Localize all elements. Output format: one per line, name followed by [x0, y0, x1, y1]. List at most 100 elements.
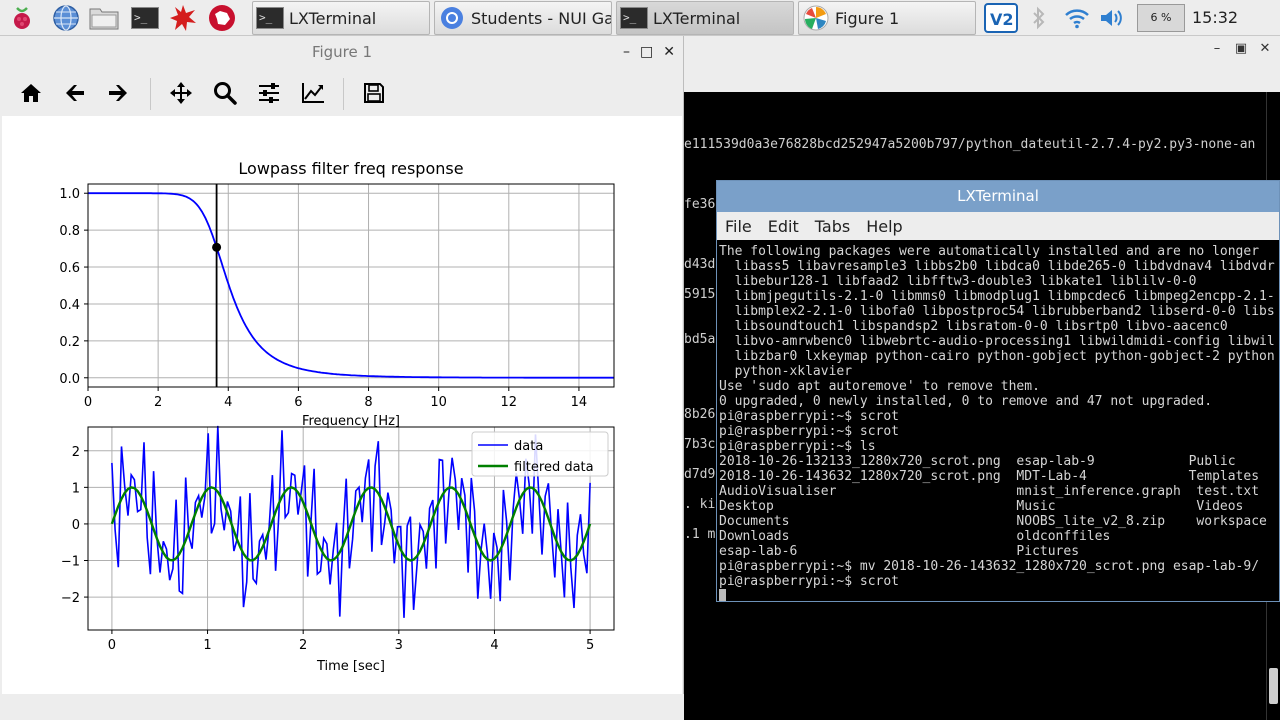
x-tick-label: 3: [395, 638, 403, 653]
taskbar: >_ >_ LXTerminal Students - NUI Gal >_ L…: [0, 0, 1280, 36]
terminal-line: 2018-10-26-143632_1280x720_scrot.png MDT…: [719, 469, 1260, 484]
x-tick-label: 0: [84, 395, 92, 410]
background-terminal-line: 7b3c: [684, 437, 716, 452]
lxterminal-menubar: File Edit Tabs Help: [717, 212, 1279, 240]
matplotlib-icon: [802, 5, 830, 31]
edit-axis-icon[interactable]: [293, 74, 333, 112]
matplotlib-figure-window[interactable]: Figure 1 – □ ✕ 0 2 4 6 8 10 12 14 0.0 0.…: [0, 36, 684, 720]
x-tick-label: 4: [490, 638, 498, 653]
terminal-line: esap-lab-6 Pictures: [719, 544, 1080, 559]
y-tick-label: 1: [72, 481, 80, 496]
x-tick-label: 6: [294, 395, 302, 410]
zoom-icon[interactable]: [205, 74, 245, 112]
background-terminal-line: d43d: [684, 257, 716, 272]
lxterminal-titlebar[interactable]: LXTerminal: [717, 181, 1279, 212]
menu-edit[interactable]: Edit: [760, 217, 807, 236]
terminal-line: libvo-amrwbenc0 libwebrtc-audio-processi…: [719, 334, 1275, 349]
cpu-monitor[interactable]: 6 %: [1137, 4, 1185, 32]
terminal-line: python-xklavier: [719, 364, 853, 379]
background-terminal-line: fe36: [684, 197, 716, 212]
legend-label: data: [514, 439, 543, 454]
vnc-icon[interactable]: V2: [984, 3, 1018, 33]
x-axis-label: Time [sec]: [316, 659, 385, 674]
terminal-icon: >_: [620, 6, 648, 30]
x-tick-label: 2: [299, 638, 307, 653]
maximize-icon[interactable]: □: [640, 44, 653, 60]
task-browser[interactable]: Students - NUI Gal: [434, 1, 612, 35]
terminal-line: pi@raspberrypi:~$ mv 2018-10-26-143632_1…: [719, 559, 1260, 574]
x-tick-label: 2: [154, 395, 162, 410]
clock[interactable]: 15:32: [1192, 0, 1248, 36]
task-label: LXTerminal: [289, 8, 377, 28]
minimize-icon[interactable]: –: [1210, 42, 1224, 56]
x-tick-label: 12: [501, 395, 518, 410]
terminal-line: libass5 libavresample3 libbs2b0 libdca0 …: [719, 259, 1275, 274]
maximize-icon[interactable]: ▣: [1234, 42, 1248, 56]
terminal-line: Use 'sudo apt autoremove' to remove them…: [719, 379, 1040, 394]
terminal-line: libmplex2-2.1-0 libofa0 libpostproc54 li…: [719, 304, 1275, 319]
back-icon[interactable]: [55, 74, 95, 112]
close-icon[interactable]: ✕: [663, 44, 675, 60]
terminal-line: libsoundtouch1 libspandsp2 libsratom-0-0…: [719, 319, 1228, 334]
y-tick-label: 2: [72, 445, 80, 460]
terminal-line: libzbar0 lxkeymap python-cairo python-go…: [719, 349, 1275, 364]
task-label: Students - NUI Gal: [471, 8, 612, 28]
menu-tabs[interactable]: Tabs: [807, 217, 858, 236]
terminal-line: The following packages were automaticall…: [719, 244, 1267, 259]
file-manager-icon[interactable]: [89, 3, 119, 33]
terminal-icon: >_: [256, 6, 284, 30]
bluetooth-icon[interactable]: [1024, 3, 1054, 33]
background-terminal-line: 8b26: [684, 407, 716, 422]
terminal-line: Desktop Music Videos: [719, 499, 1244, 514]
wolfram-icon[interactable]: [207, 3, 237, 33]
home-icon[interactable]: [11, 74, 51, 112]
configure-subplots-icon[interactable]: [249, 74, 289, 112]
web-browser-icon[interactable]: [51, 3, 81, 33]
axes-frame: [87, 183, 615, 388]
task-lxterminal-2[interactable]: >_ LXTerminal: [616, 1, 794, 35]
forward-icon[interactable]: [98, 74, 138, 112]
x-tick-label: 1: [203, 638, 211, 653]
y-tick-label: 0.6: [59, 261, 80, 276]
figure-window-title[interactable]: Figure 1: [0, 36, 684, 68]
task-figure[interactable]: Figure 1: [798, 1, 976, 35]
terminal-icon[interactable]: >_: [130, 3, 160, 33]
terminal-line: libmjpegutils-2.1-0 libmms0 libmodplug1 …: [719, 289, 1275, 304]
terminal-line: Documents NOOBS_lite_v2_8.zip workspace: [719, 514, 1267, 529]
task-lxterminal-1[interactable]: >_ LXTerminal: [252, 1, 430, 35]
mathematica-icon[interactable]: [168, 3, 198, 33]
terminal-output[interactable]: The following packages were automaticall…: [717, 240, 1279, 601]
raspberry-menu-icon[interactable]: [7, 3, 37, 33]
menu-file[interactable]: File: [717, 217, 760, 236]
chart-title: Lowpass filter freq response: [238, 159, 463, 178]
freq-response-axes: 0 2 4 6 8 10 12 14 0.0 0.2 0.4 0.6 0.8 1.0 Lowpass fil…: [59, 159, 615, 429]
cutoff-marker-point: [212, 242, 222, 252]
minimize-icon[interactable]: –: [623, 44, 630, 60]
menu-help[interactable]: Help: [858, 217, 910, 236]
wifi-icon[interactable]: [1062, 3, 1092, 33]
save-icon[interactable]: [354, 74, 394, 112]
figure-status-bar: [0, 694, 684, 720]
x-tick-label: 14: [571, 395, 588, 410]
figure-canvas[interactable]: 0 2 4 6 8 10 12 14 0.0 0.2 0.4 0.6 0.8 1.0 Lowpass fil…: [2, 116, 682, 694]
x-tick-label: 0: [108, 638, 116, 653]
scrollbar-thumb[interactable]: [1269, 668, 1278, 704]
pan-icon[interactable]: [161, 74, 201, 112]
x-tick-label: 10: [430, 395, 447, 410]
legend-label: filtered data: [514, 460, 594, 475]
terminal-line: Downloads oldconffiles: [719, 529, 1111, 544]
chromium-icon: [438, 6, 466, 30]
close-icon[interactable]: ✕: [1258, 42, 1272, 56]
background-terminal-line: . ki: [684, 497, 716, 512]
task-label: LXTerminal: [653, 8, 741, 28]
time-signal-axes: 0 1 2 3 4 5 −2 −1 0 1 2 Time [sec] data filtered data: [61, 425, 615, 674]
y-tick-label: 0.8: [59, 224, 80, 239]
y-tick-label: 0.4: [59, 298, 80, 313]
task-label: Figure 1: [835, 8, 900, 28]
background-window-titlebar[interactable]: – ▣ ✕: [684, 36, 1280, 92]
y-tick-label: 1.0: [59, 187, 80, 202]
lxterminal-window[interactable]: LXTerminal File Edit Tabs Help The follo…: [716, 180, 1280, 602]
terminal-line: AudioVisualiser mnist_inference.graph te…: [719, 484, 1260, 499]
figure-toolbar: [0, 68, 684, 116]
volume-icon[interactable]: [1098, 3, 1128, 33]
